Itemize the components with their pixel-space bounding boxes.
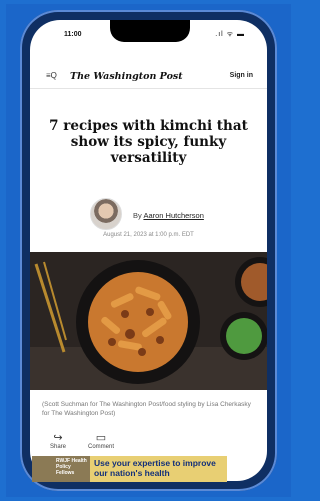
status-bar: 11:00 .ıl ᯤ ▬ [30,20,267,46]
sign-in-link[interactable]: Sign in [230,72,253,79]
comment-button[interactable]: ▭ Comment [88,432,114,450]
site-header: ≡Q The Washington Post Sign in [30,68,267,89]
byline-prefix: By [133,211,142,220]
article-photo [30,252,267,390]
author-link[interactable]: Aaron Hutcherson [143,211,203,220]
kimchi-dish-illustration [30,252,267,390]
byline: By Aaron Hutcherson [133,211,204,220]
share-icon: ↪ [53,432,63,444]
author-avatar [90,198,122,230]
comment-label: Comment [88,444,115,450]
masthead-logo[interactable]: The Washington Post [70,71,183,82]
photo-caption: (Scott Suchman for The Washington Post/f… [42,401,251,417]
share-label: Share [50,444,67,450]
advertisement-banner[interactable]: RWJF Health Policy Fellows Use your expe… [32,456,227,482]
article-date: August 21, 2023 at 1:00 p.m. EDT [103,232,194,238]
ad-logo: RWJF Health Policy Fellows [32,456,90,482]
article-headline: 7 recipes with kimchi that show its spic… [49,118,248,166]
menu-search-icon[interactable]: ≡Q [46,71,57,80]
notch [110,20,190,42]
phone-screen: 11:00 .ıl ᯤ ▬ ≡Q The Washington Post Sig… [30,20,267,481]
ad-headline: Use your expertise to improve our nation… [94,458,216,478]
share-button[interactable]: ↪ Share [50,432,66,450]
comment-icon: ▭ [95,432,107,444]
status-icons: .ıl ᯤ ▬ [215,31,245,38]
status-time: 11:00 [64,31,82,38]
